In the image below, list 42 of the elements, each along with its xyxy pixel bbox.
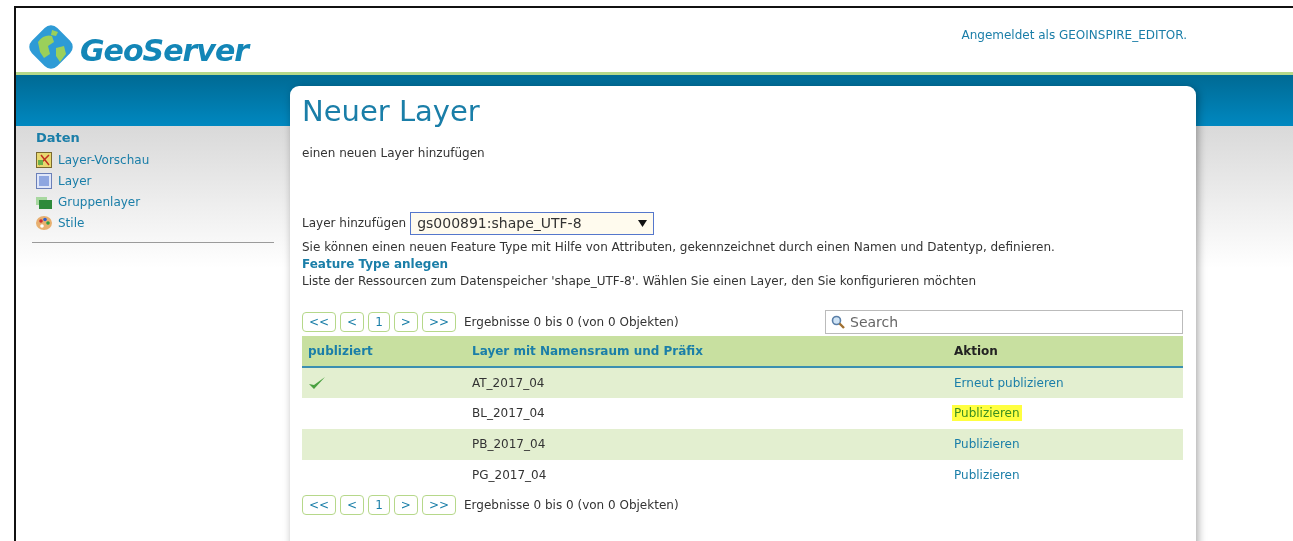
pager-button[interactable]: << [302,494,337,515]
sidebar-item[interactable]: Layer-Vorschau [32,149,274,171]
table-cell: AT_2017_04 [466,366,948,398]
table-cell: PG_2017_04 [466,459,948,491]
palette-icon [36,215,52,232]
search-field[interactable]: Search [825,309,1183,334]
logo-text: GeoServer [80,32,249,70]
pager-button[interactable]: < [340,494,365,515]
stacked-layers-icon [36,194,52,211]
page-title: Neuer Layer [302,94,481,129]
table-cell: PB_2017_04 [466,428,948,460]
pager-button[interactable]: >> [421,494,456,515]
sidebar-item[interactable]: Layer [32,170,274,192]
results-text: Ergebnisse 0 bis 0 (von 0 Objekten) [464,313,679,331]
page-subtitle: einen neuen Layer hinzufügen [302,144,486,162]
login-status: Angemeldet als GEOINSPIRE_EDITOR. [961,27,1187,44]
column-header: publiziert [302,335,466,367]
resources-text: Liste der Ressourcen zum Datenspeicher 'shape_UTF-8'. Wählen Sie einen Layer, den Sie konfigurieren möchten [302,272,978,290]
action-link[interactable]: Publizieren [954,468,1020,483]
select-label: Layer hinzufügen [302,214,407,232]
layer-select[interactable]: gs000891:shape_UTF-8 [410,211,655,235]
description-text: Sie können einen neuen Feature Type mit Hilfe von Attributen, gekennzeichnet durch einen Namen und Datentyp, definieren. Feature Type anlegen [302,238,1056,273]
pager-button[interactable]: > [393,311,418,332]
action-link[interactable]: Publizieren [952,405,1022,422]
action-link[interactable]: Publizieren [954,437,1020,452]
dropdown-icon [638,219,648,227]
column-header: Aktion [948,335,1183,367]
sidebar-item[interactable]: Stile [32,212,274,234]
table-cell: BL_2017_04 [466,397,948,429]
pager-button[interactable]: < [340,311,365,332]
pager-button[interactable]: 1 [368,494,390,515]
pager-button[interactable]: 1 [368,311,390,332]
pager-button[interactable]: >> [421,311,456,332]
column-header: Layer mit Namensraum und Präfix [466,335,948,367]
map-preview-icon [36,152,52,169]
pager-button[interactable]: << [302,311,337,332]
pager-button[interactable]: > [393,494,418,515]
create-feature-type-link[interactable]: Feature Type anlegen [302,256,449,271]
sidebar-heading: Daten [36,130,81,146]
results-text: Ergebnisse 0 bis 0 (von 0 Objekten) [464,496,679,514]
sidebar-item[interactable]: Gruppenlayer [32,191,274,213]
layer-icon [36,173,52,190]
